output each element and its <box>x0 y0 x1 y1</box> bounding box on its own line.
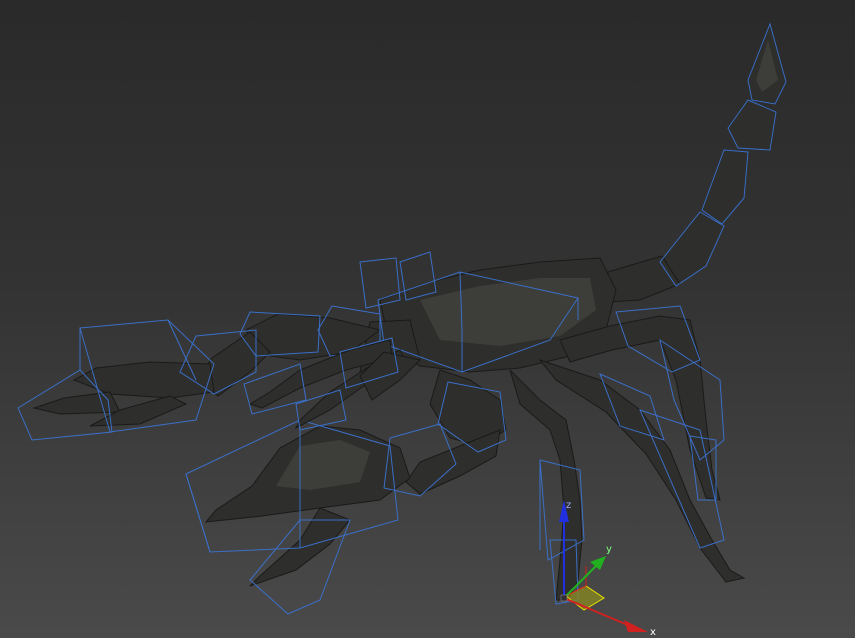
gizmo-pivot[interactable] <box>560 594 568 602</box>
gizmo-y-arrow[interactable] <box>590 556 606 570</box>
gizmo-z-label: z <box>566 500 571 511</box>
3d-viewport[interactable]: z y x <box>0 0 855 638</box>
right-claw[interactable] <box>185 369 507 615</box>
scorpion-tail[interactable] <box>605 22 787 303</box>
gizmo-y-label: y <box>606 544 612 555</box>
scene-canvas[interactable]: z y x <box>0 0 855 638</box>
gizmo-x-label: x <box>650 627 656 638</box>
gizmo-x-arrow[interactable] <box>624 620 648 632</box>
